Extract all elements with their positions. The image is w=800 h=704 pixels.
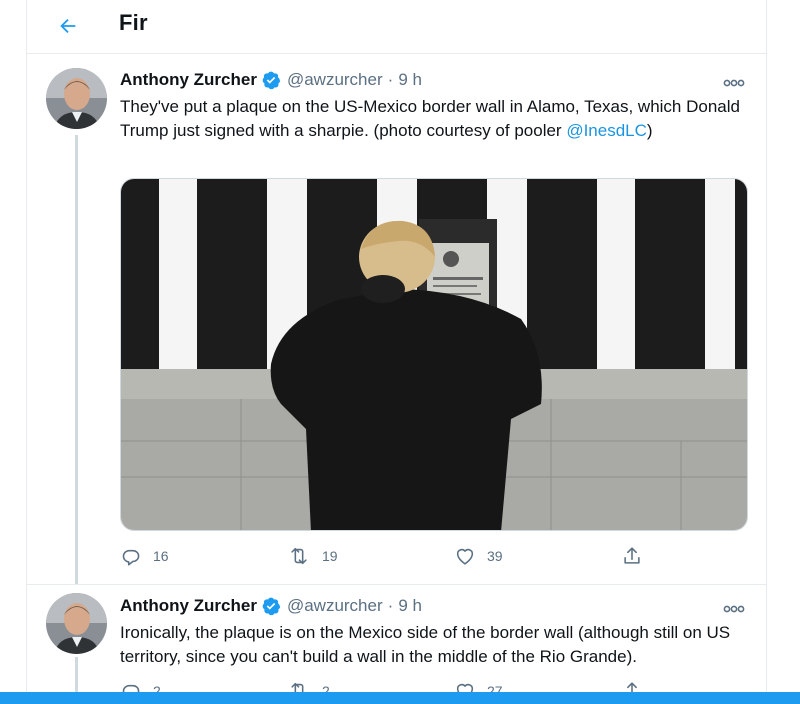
reply-count: 16 bbox=[153, 548, 169, 564]
retweet-icon bbox=[291, 547, 307, 565]
timestamp[interactable]: 9 h bbox=[398, 70, 422, 90]
author-handle[interactable]: @awzurcher bbox=[287, 596, 383, 616]
tweet-header: Anthony Zurcher @awzurcher · 9 h bbox=[120, 70, 422, 90]
avatar[interactable] bbox=[46, 593, 107, 654]
mention-link[interactable]: @InesdLC bbox=[566, 121, 647, 140]
share-icon bbox=[624, 547, 640, 564]
tweet-text: They've put a plaque on the US-Mexico bo… bbox=[120, 95, 740, 143]
verified-badge-icon bbox=[261, 70, 281, 90]
tweet[interactable]: Anthony Zurcher @awzurcher · 9 h Ironica… bbox=[27, 585, 766, 701]
author-name[interactable]: Anthony Zurcher bbox=[120, 70, 257, 90]
back-button[interactable] bbox=[51, 9, 85, 43]
bottom-banner-bar bbox=[0, 692, 800, 704]
share-button[interactable] bbox=[621, 545, 643, 567]
tweet-text: Ironically, the plaque is on the Mexico … bbox=[120, 623, 731, 666]
tweet-photo[interactable] bbox=[120, 178, 748, 531]
reply-icon bbox=[122, 549, 140, 566]
thread-line bbox=[75, 135, 78, 585]
more-button[interactable] bbox=[722, 74, 746, 92]
thread-line bbox=[75, 657, 78, 697]
author-name[interactable]: Anthony Zurcher bbox=[120, 596, 257, 616]
like-button[interactable]: 39 bbox=[454, 545, 503, 567]
more-icon bbox=[723, 79, 745, 87]
author-handle[interactable]: @awzurcher bbox=[287, 70, 383, 90]
page-title: Fir bbox=[119, 10, 148, 35]
back-arrow-icon bbox=[60, 18, 76, 34]
separator-dot: · bbox=[387, 70, 394, 89]
timeline-column: Fir Anthony Zurcher @awzurcher · 9 h The… bbox=[26, 0, 767, 704]
timestamp[interactable]: 9 h bbox=[398, 596, 422, 616]
header: Fir bbox=[27, 0, 766, 54]
separator-dot: · bbox=[387, 596, 394, 615]
verified-badge-icon bbox=[261, 596, 281, 616]
like-icon bbox=[456, 548, 474, 565]
more-button[interactable] bbox=[722, 600, 746, 618]
reply-button[interactable]: 16 bbox=[120, 545, 169, 567]
tweet-header: Anthony Zurcher @awzurcher · 9 h bbox=[120, 596, 422, 616]
more-icon bbox=[723, 605, 745, 613]
like-count: 39 bbox=[487, 548, 503, 564]
retweet-count: 19 bbox=[322, 548, 338, 564]
retweet-button[interactable]: 19 bbox=[287, 545, 338, 567]
avatar[interactable] bbox=[46, 68, 107, 129]
tweet-text-tail: ) bbox=[646, 121, 653, 140]
